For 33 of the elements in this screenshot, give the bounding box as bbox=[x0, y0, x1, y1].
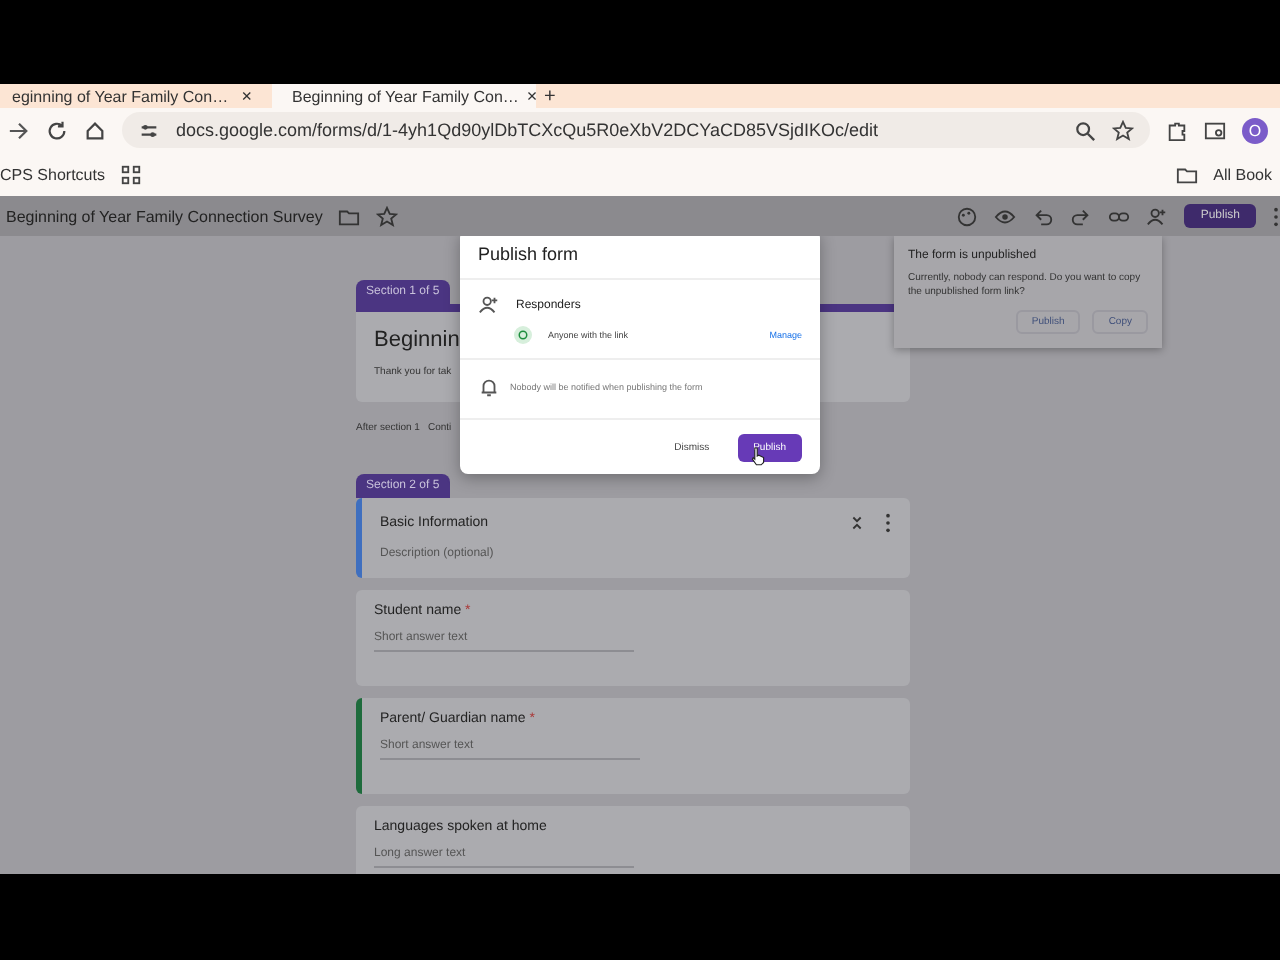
tune-icon[interactable] bbox=[138, 119, 160, 141]
eye-icon[interactable] bbox=[994, 205, 1017, 227]
star-icon[interactable] bbox=[1112, 119, 1134, 141]
home-icon[interactable] bbox=[84, 119, 106, 141]
tab-search-icon[interactable] bbox=[1204, 119, 1226, 141]
browser-tab[interactable]: eginning of Year Family Con… × bbox=[0, 84, 264, 108]
star-icon[interactable] bbox=[376, 205, 399, 227]
folder-icon[interactable] bbox=[338, 205, 361, 227]
bookmark-link[interactable]: CPS Shortcuts bbox=[0, 165, 105, 183]
hand-cursor-icon bbox=[750, 446, 766, 466]
all-bookmarks-link[interactable]: All Book bbox=[1213, 165, 1272, 183]
extensions-icon[interactable] bbox=[1166, 119, 1188, 141]
form-title: Beginning of Year Family Connection Survey bbox=[6, 207, 323, 225]
form-heading: Beginnin bbox=[374, 328, 460, 352]
undo-icon[interactable] bbox=[1032, 205, 1055, 227]
address-bar[interactable]: docs.google.com/forms/d/1-4yh1Qd90ylDbTCXcQu5R0eXbV2DCYaCD85VSjdIKOc/edit bbox=[122, 112, 1150, 148]
new-tab-button[interactable]: + bbox=[544, 85, 556, 107]
bell-icon bbox=[478, 376, 500, 398]
add-person-icon bbox=[478, 294, 500, 316]
zoom-icon[interactable] bbox=[1074, 119, 1096, 141]
profile-avatar[interactable]: O bbox=[1242, 117, 1268, 143]
forward-icon[interactable] bbox=[8, 119, 30, 141]
add-person-icon[interactable] bbox=[1146, 205, 1169, 227]
more-icon[interactable] bbox=[884, 512, 892, 534]
folder-icon[interactable] bbox=[1175, 163, 1198, 185]
dialog-title: Publish form bbox=[460, 236, 820, 280]
reload-icon[interactable] bbox=[46, 119, 68, 141]
browser-tab[interactable]: Beginning of Year Family Con… × bbox=[272, 84, 536, 108]
globe-icon bbox=[514, 326, 532, 344]
apps-grid-icon[interactable] bbox=[120, 163, 143, 185]
url-text: docs.google.com/forms/d/1-4yh1Qd90ylDbTCXcQu5R0eXbV2DCYaCD85VSjdIKOc/edit bbox=[176, 120, 880, 140]
redo-icon[interactable] bbox=[1070, 205, 1093, 227]
more-icon[interactable] bbox=[1272, 205, 1280, 227]
